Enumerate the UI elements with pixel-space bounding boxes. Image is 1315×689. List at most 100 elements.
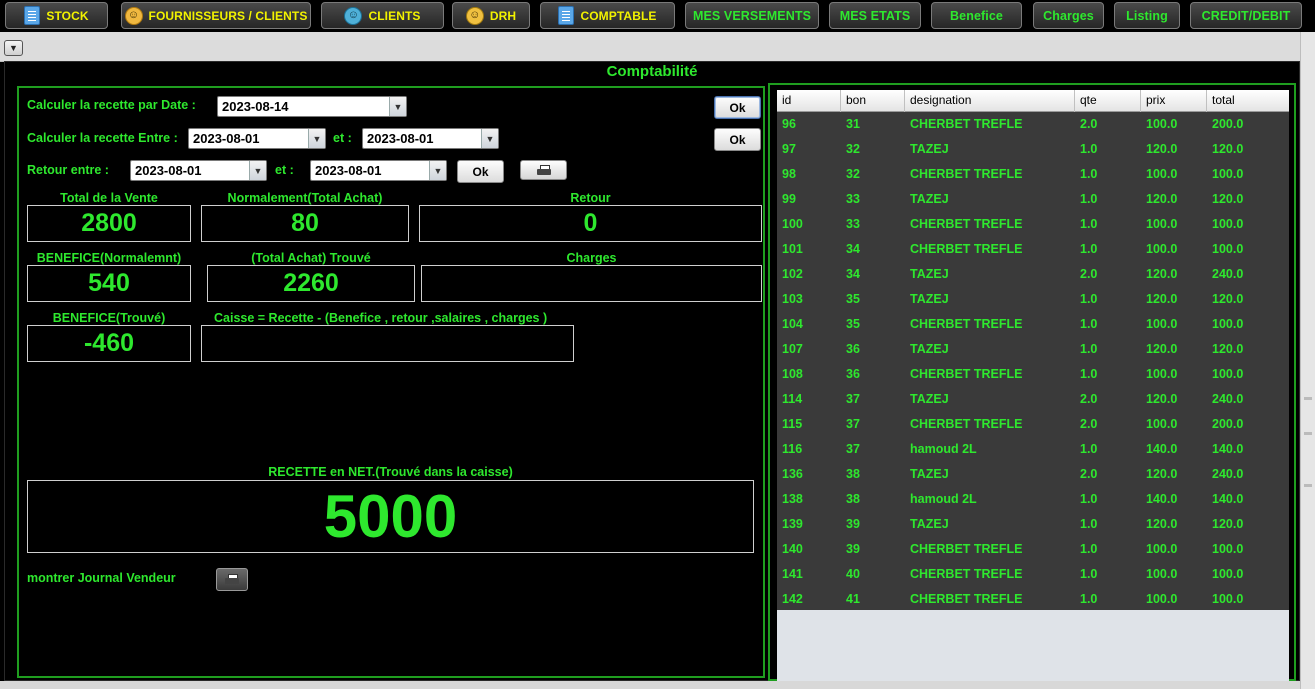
cell-total: 240.0 — [1212, 267, 1244, 281]
cell-bon: 37 — [846, 417, 860, 431]
table-row[interactable]: 100 33 CHERBET TREFLE 1.0 100.0 100.0 — [777, 212, 1289, 237]
table-row[interactable]: 103 35 TAZEJ 1.0 120.0 120.0 — [777, 287, 1289, 312]
chevron-down-icon[interactable]: ▼ — [249, 161, 266, 180]
table-row[interactable]: 101 34 CHERBET TREFLE 1.0 100.0 100.0 — [777, 237, 1289, 262]
cell-total: 100.0 — [1212, 367, 1244, 381]
table-row[interactable]: 104 35 CHERBET TREFLE 1.0 100.0 100.0 — [777, 312, 1289, 337]
chevron-down-icon[interactable]: ▼ — [389, 97, 406, 116]
collapse-toggle-button[interactable]: ▼ — [4, 40, 23, 56]
cell-id: 107 — [782, 342, 803, 356]
cell-total: 140.0 — [1212, 492, 1244, 506]
table-row[interactable]: 98 32 CHERBET TREFLE 1.0 100.0 100.0 — [777, 162, 1289, 187]
cell-qte: 1.0 — [1080, 567, 1098, 581]
between-label: Calculer la recette Entre : — [27, 131, 178, 145]
nav-suppliers-label: FOURNISSEURS / CLIENTS — [148, 8, 308, 23]
vertical-scrollbar[interactable] — [1300, 32, 1315, 689]
cell-total: 100.0 — [1212, 167, 1244, 181]
cell-bon: 37 — [846, 392, 860, 406]
between-to-combo[interactable]: 2023-08-01 ▼ — [362, 128, 499, 149]
nav-clients-button[interactable]: ☺ CLIENTS — [321, 2, 444, 29]
cell-id: 104 — [782, 317, 803, 331]
table-row[interactable]: 116 37 hamoud 2L 1.0 140.0 140.0 — [777, 437, 1289, 462]
nav-credit-debit-button[interactable]: CREDIT/DEBIT — [1190, 2, 1302, 29]
ok-retour-label: Ok — [472, 164, 489, 179]
nav-benefice-button[interactable]: Benefice — [931, 2, 1022, 29]
printer-icon — [536, 164, 551, 176]
chevron-down-icon[interactable]: ▼ — [481, 129, 498, 148]
nav-clients-label: CLIENTS — [368, 8, 421, 23]
hr-icon: ☺ — [465, 6, 484, 25]
cell-total: 100.0 — [1212, 542, 1244, 556]
between-to-value: 2023-08-01 — [367, 131, 434, 146]
cell-qte: 1.0 — [1080, 292, 1098, 306]
table-row[interactable]: 142 41 CHERBET TREFLE 1.0 100.0 100.0 — [777, 587, 1289, 612]
cell-id: 99 — [782, 192, 796, 206]
column-header-total[interactable]: total — [1207, 90, 1289, 112]
chevron-down-icon[interactable]: ▼ — [308, 129, 325, 148]
ok-retour-button[interactable]: Ok — [457, 160, 504, 183]
table-row[interactable]: 114 37 TAZEJ 2.0 120.0 240.0 — [777, 387, 1289, 412]
cell-total: 120.0 — [1212, 517, 1244, 531]
table-row[interactable]: 141 40 CHERBET TREFLE 1.0 100.0 100.0 — [777, 562, 1289, 587]
cell-prix: 100.0 — [1146, 367, 1178, 381]
nav-suppliers-button[interactable]: ☺ FOURNISSEURS / CLIENTS — [121, 2, 311, 29]
journal-print-button[interactable] — [216, 568, 248, 591]
ok-between-button[interactable]: Ok — [714, 128, 761, 151]
cell-prix: 120.0 — [1146, 342, 1178, 356]
cell-total: 240.0 — [1212, 392, 1244, 406]
top-nav: STOCK ☺ FOURNISSEURS / CLIENTS ☺ CLIENTS… — [0, 0, 1315, 32]
cell-prix: 120.0 — [1146, 267, 1178, 281]
table-row[interactable]: 140 39 CHERBET TREFLE 1.0 100.0 100.0 — [777, 537, 1289, 562]
cell-id: 114 — [782, 392, 803, 406]
table-row[interactable]: 99 33 TAZEJ 1.0 120.0 120.0 — [777, 187, 1289, 212]
nav-versements-button[interactable]: MES VERSEMENTS — [685, 2, 819, 29]
cell-total: 120.0 — [1212, 342, 1244, 356]
cell-qte: 2.0 — [1080, 117, 1098, 131]
table-row[interactable]: 139 39 TAZEJ 1.0 120.0 120.0 — [777, 512, 1289, 537]
table-row[interactable]: 97 32 TAZEJ 1.0 120.0 120.0 — [777, 137, 1289, 162]
cell-designation: CHERBET TREFLE — [910, 242, 1023, 256]
cell-prix: 100.0 — [1146, 542, 1178, 556]
retour-to-combo[interactable]: 2023-08-01 ▼ — [310, 160, 447, 181]
table-row[interactable]: 115 37 CHERBET TREFLE 2.0 100.0 200.0 — [777, 412, 1289, 437]
cell-bon: 35 — [846, 292, 860, 306]
table-row[interactable]: 108 36 CHERBET TREFLE 1.0 100.0 100.0 — [777, 362, 1289, 387]
cell-qte: 1.0 — [1080, 142, 1098, 156]
by-date-value: 2023-08-14 — [222, 99, 289, 114]
retour-to-value: 2023-08-01 — [315, 163, 382, 178]
column-header-qte[interactable]: qte — [1075, 90, 1141, 112]
cell-qte: 1.0 — [1080, 317, 1098, 331]
cell-qte: 1.0 — [1080, 542, 1098, 556]
cell-id: 136 — [782, 467, 803, 481]
between-et-label: et : — [333, 131, 352, 145]
print-retour-button[interactable] — [520, 160, 567, 180]
column-header-bon[interactable]: bon — [841, 90, 905, 112]
between-from-combo[interactable]: 2023-08-01 ▼ — [188, 128, 326, 149]
nav-charges-button[interactable]: Charges — [1033, 2, 1104, 29]
nav-stock-button[interactable]: STOCK — [5, 2, 108, 29]
column-header-id[interactable]: id — [777, 90, 841, 112]
nav-drh-button[interactable]: ☺ DRH — [452, 2, 530, 29]
table-header: id bon designation qte prix total — [777, 90, 1289, 112]
table-row[interactable]: 136 38 TAZEJ 2.0 120.0 240.0 — [777, 462, 1289, 487]
table-row[interactable]: 102 34 TAZEJ 2.0 120.0 240.0 — [777, 262, 1289, 287]
cell-qte: 1.0 — [1080, 242, 1098, 256]
chevron-down-icon[interactable]: ▼ — [429, 161, 446, 180]
nav-listing-button[interactable]: Listing — [1114, 2, 1180, 29]
retour-from-combo[interactable]: 2023-08-01 ▼ — [130, 160, 267, 181]
retour-et-label: et : — [275, 163, 294, 177]
table-row[interactable]: 96 31 CHERBET TREFLE 2.0 100.0 200.0 — [777, 112, 1289, 137]
cell-designation: TAZEJ — [910, 192, 949, 206]
nav-comptable-button[interactable]: COMPTABLE — [540, 2, 675, 29]
cell-qte: 1.0 — [1080, 167, 1098, 181]
column-header-prix[interactable]: prix — [1141, 90, 1207, 112]
nav-etats-button[interactable]: MES ETATS — [829, 2, 921, 29]
cell-bon: 39 — [846, 517, 860, 531]
cell-prix: 100.0 — [1146, 242, 1178, 256]
by-date-combo[interactable]: 2023-08-14 ▼ — [217, 96, 407, 117]
table-row[interactable]: 138 38 hamoud 2L 1.0 140.0 140.0 — [777, 487, 1289, 512]
ok-date-button[interactable]: Ok — [714, 96, 761, 119]
table-row[interactable]: 107 36 TAZEJ 1.0 120.0 120.0 — [777, 337, 1289, 362]
column-header-designation[interactable]: designation — [905, 90, 1075, 112]
cell-designation: TAZEJ — [910, 467, 949, 481]
